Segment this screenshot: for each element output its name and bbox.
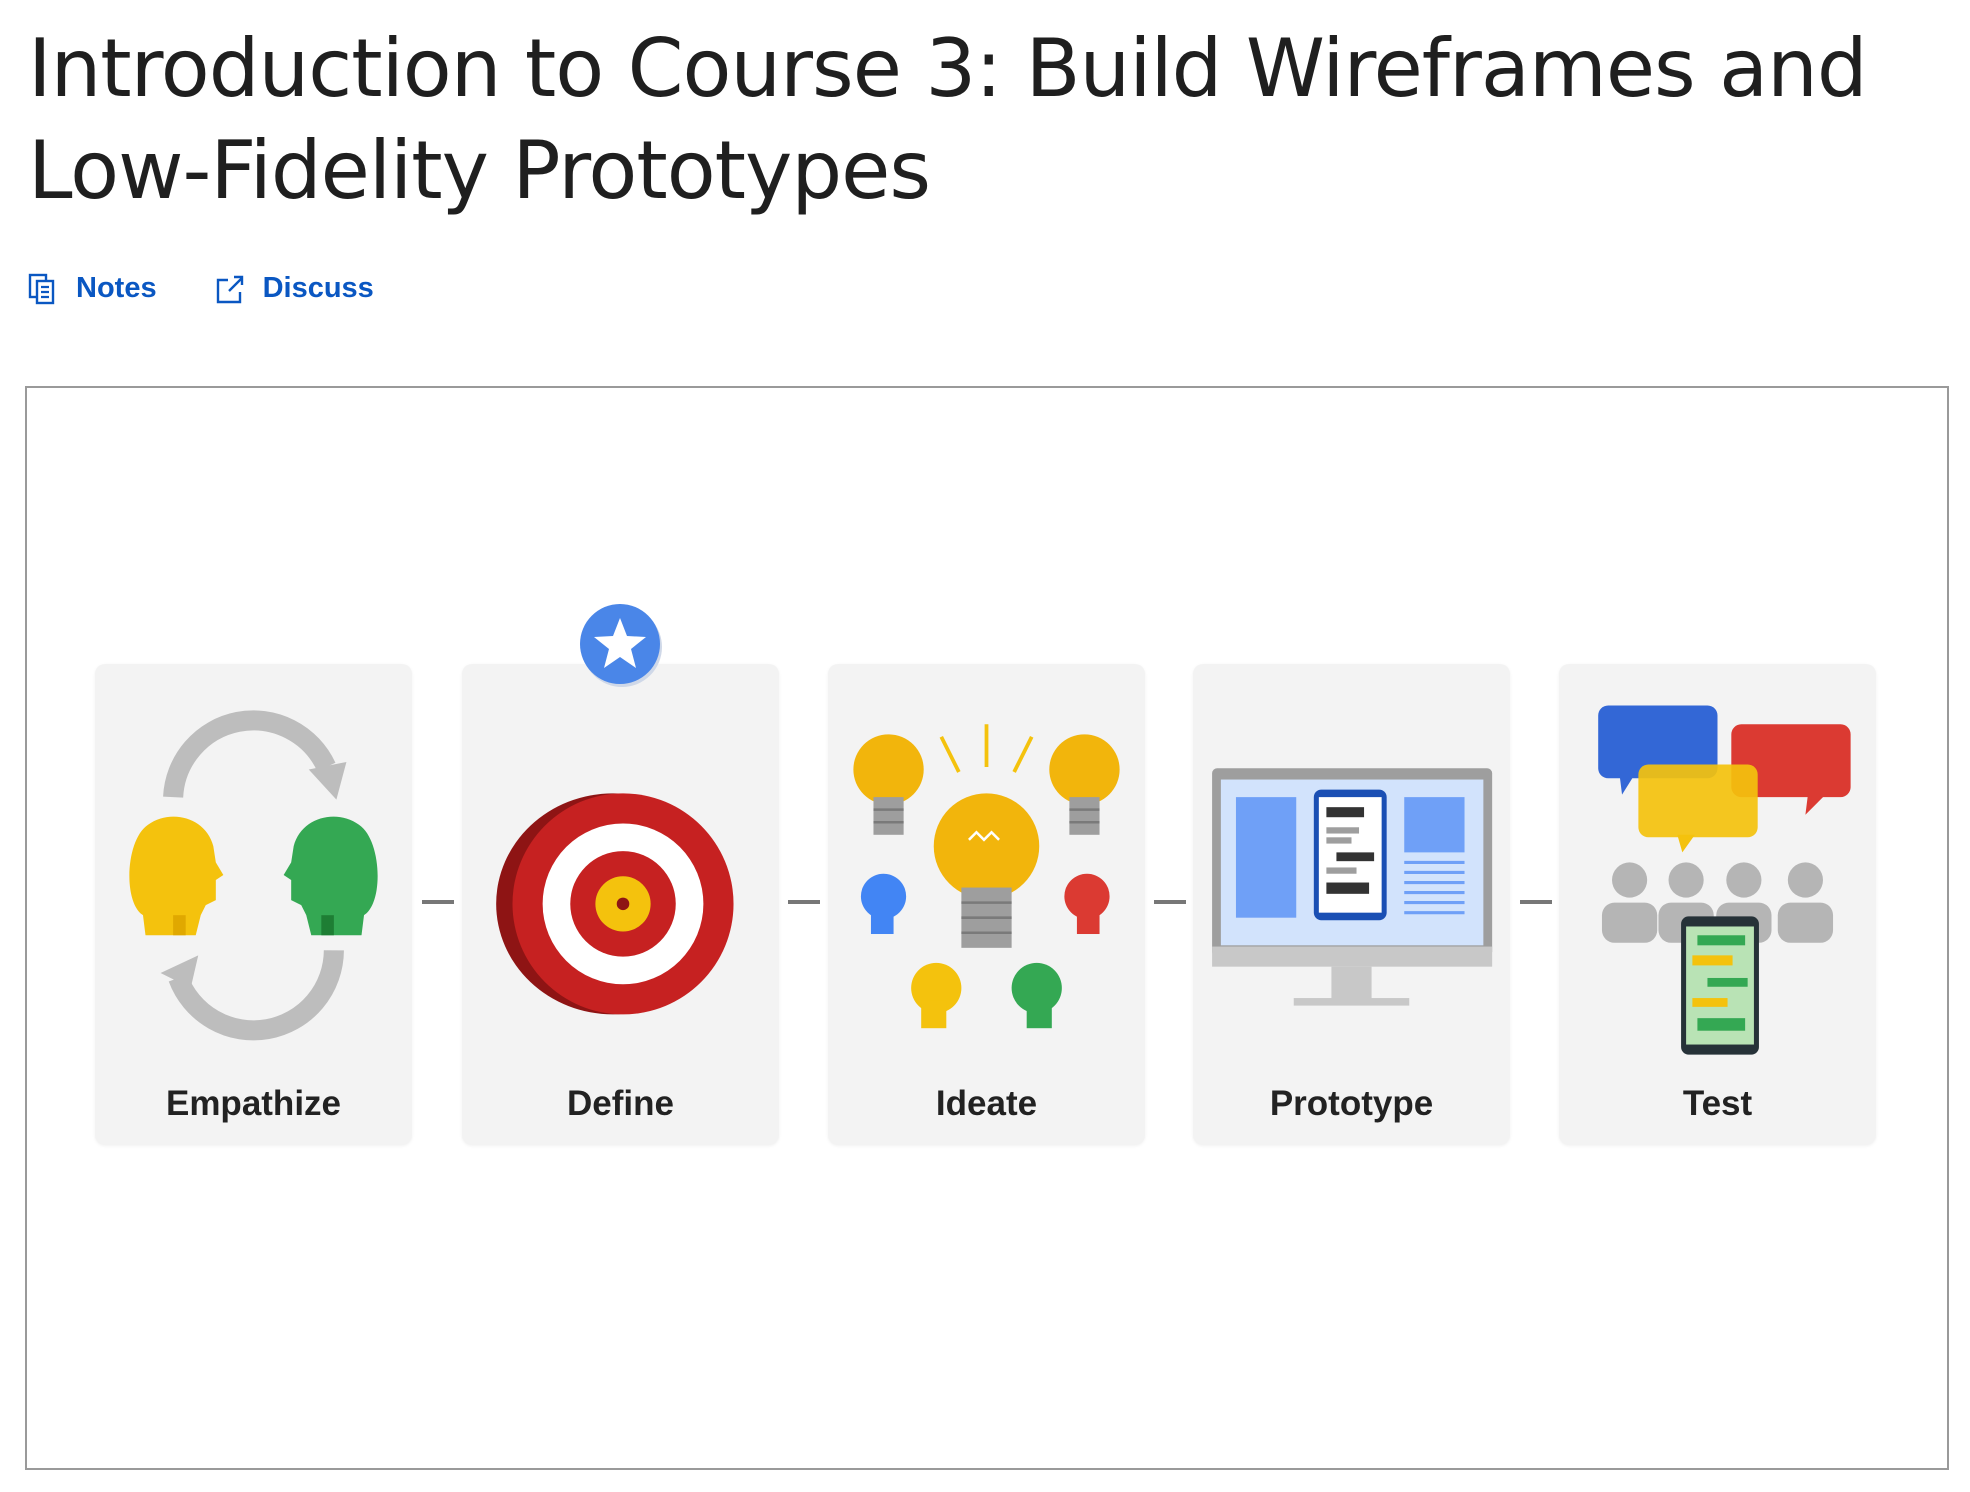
video-player[interactable]: Empathize Define Ideate xyxy=(25,386,1949,1470)
notes-label: Notes xyxy=(76,272,157,305)
stage-label: Prototype xyxy=(1193,1084,1510,1124)
stage-label: Empathize xyxy=(95,1084,412,1124)
stage-card-test: Test xyxy=(1559,664,1876,1145)
stage-label: Ideate xyxy=(828,1084,1145,1124)
stage-card-prototype: Prototype xyxy=(1193,664,1510,1145)
monitor-icon xyxy=(1193,664,1510,1145)
connector-line xyxy=(1520,900,1552,904)
notes-icon xyxy=(28,273,58,305)
lesson-actions: Notes Discuss xyxy=(28,272,374,305)
external-link-icon xyxy=(215,273,245,305)
stage-card-define: Define xyxy=(462,664,779,1145)
stage-card-empathize: Empathize xyxy=(95,664,412,1145)
stage-card-ideate: Ideate xyxy=(828,664,1145,1145)
connector-line xyxy=(788,900,820,904)
test-illustration xyxy=(1559,664,1876,1145)
discuss-label: Discuss xyxy=(263,272,374,305)
empathize-illustration xyxy=(95,664,412,1145)
connector-line xyxy=(1154,900,1186,904)
page-title: Introduction to Course 3: Build Wirefram… xyxy=(28,18,1948,222)
star-badge-icon xyxy=(576,600,664,688)
stage-label: Define xyxy=(462,1084,779,1124)
target-icon xyxy=(462,664,779,1145)
notes-button[interactable]: Notes xyxy=(28,272,157,305)
connector-line xyxy=(422,900,454,904)
ideate-illustration xyxy=(828,664,1145,1145)
discuss-button[interactable]: Discuss xyxy=(215,272,374,305)
stage-label: Test xyxy=(1559,1084,1876,1124)
